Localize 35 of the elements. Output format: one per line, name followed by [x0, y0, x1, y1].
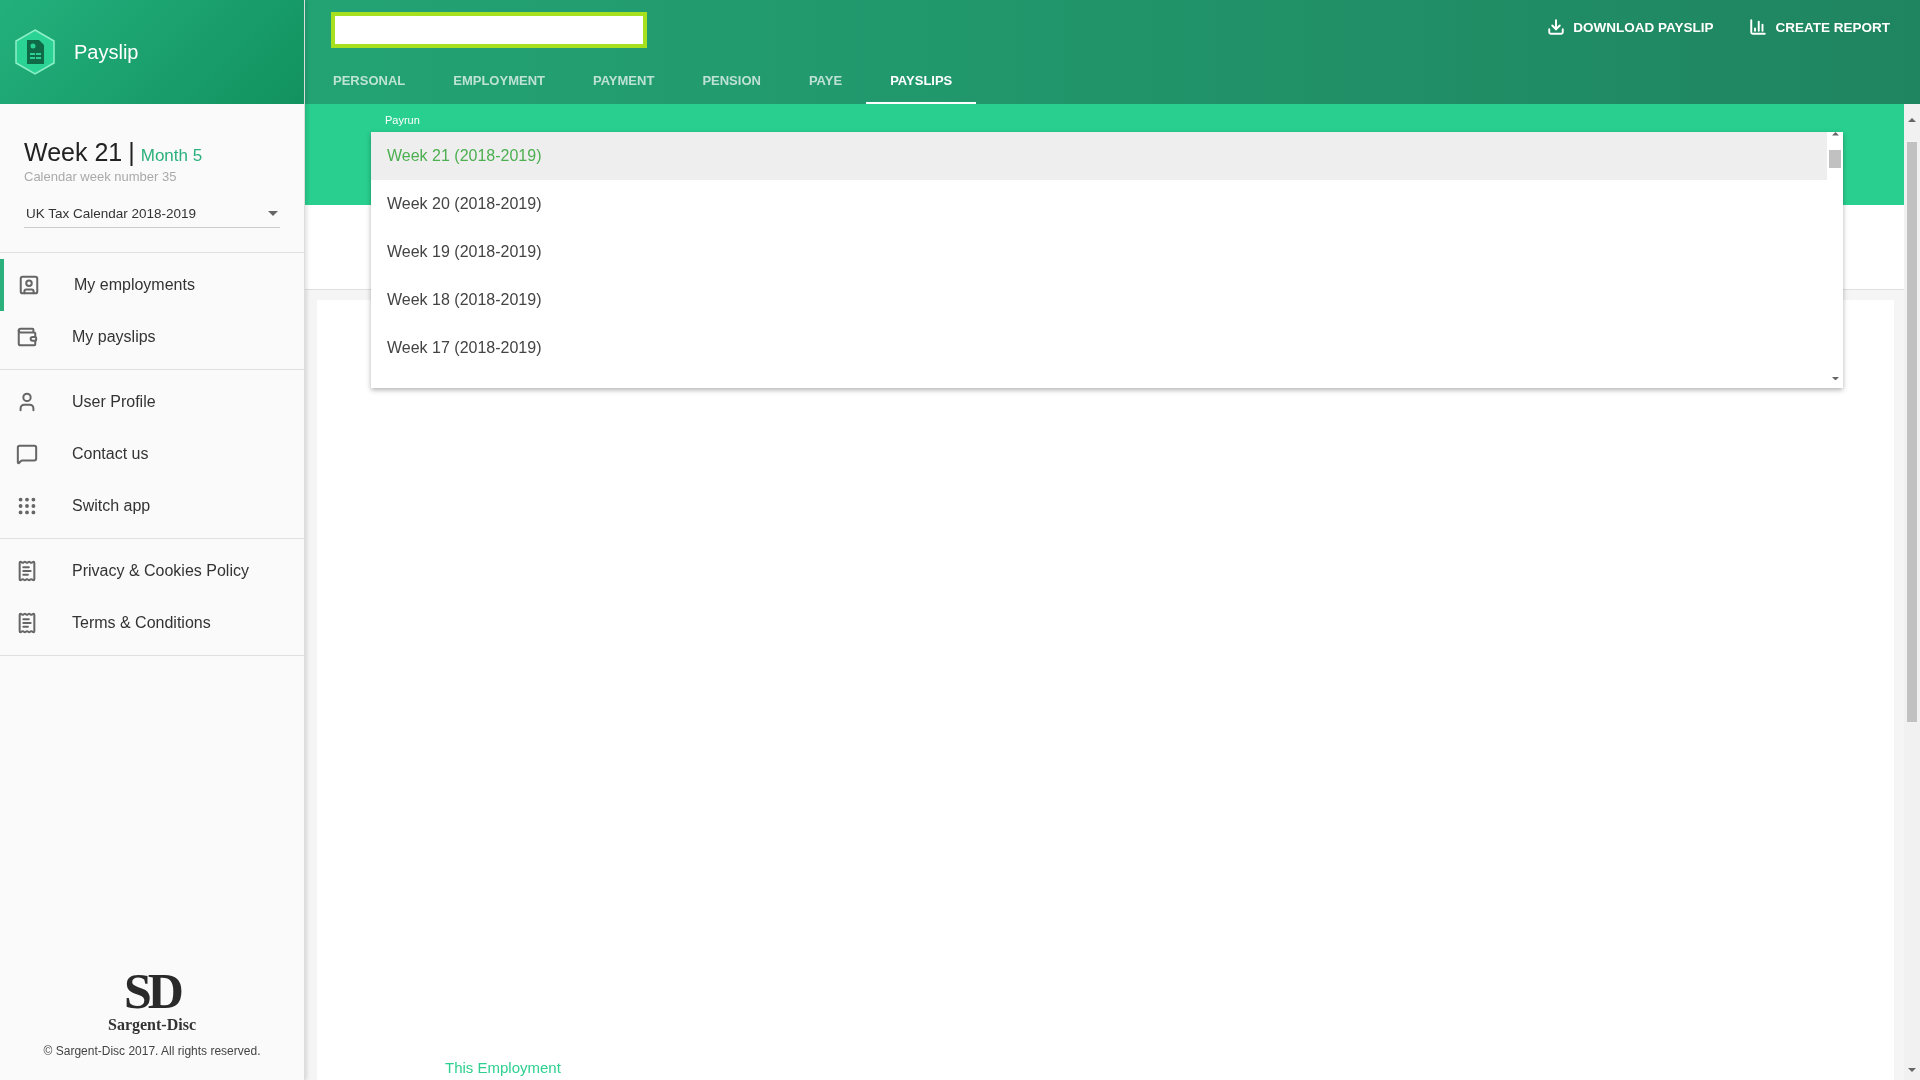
input-field[interactable]	[331, 12, 647, 48]
scrollbar-thumb[interactable]	[1907, 142, 1917, 722]
wallet-icon	[16, 326, 38, 348]
app-title: Payslip	[74, 40, 139, 64]
document-icon	[16, 612, 38, 634]
nav-item[interactable]: Terms & Conditions	[0, 597, 304, 649]
scroll-up-icon[interactable]	[1831, 132, 1839, 136]
copyright-text: © Sargent-Disc 2017. All rights reserved.	[43, 1044, 261, 1058]
person-card-icon	[18, 274, 40, 296]
nav-item[interactable]: My payslips	[0, 311, 304, 363]
bar-chart-icon	[1749, 18, 1768, 36]
calendar-select[interactable]: UK Tax Calendar 2018-2019	[24, 202, 280, 228]
nav-item[interactable]: Contact us	[0, 428, 304, 480]
document-icon	[16, 560, 38, 582]
scroll-down-icon[interactable]	[1831, 376, 1839, 380]
brand-logo: SD	[124, 966, 180, 1016]
header-action-button[interactable]: DOWNLOAD PAYSLIP	[1547, 18, 1714, 36]
grid-icon	[16, 495, 38, 517]
scrollbar-thumb[interactable]	[1829, 149, 1841, 168]
month-number: Month 5	[140, 146, 203, 166]
dropdown-arrow-icon[interactable]	[268, 211, 278, 216]
scroll-down-icon[interactable]	[1908, 1068, 1916, 1072]
payrun-label: Payrun	[385, 114, 420, 126]
week-number: Week 21	[24, 138, 123, 167]
scroll-up-icon[interactable]	[1908, 118, 1916, 122]
chat-icon	[16, 443, 38, 465]
brand-name: Sargent-Disc	[108, 1016, 196, 1034]
nav-item[interactable]: Privacy & Cookies Policy	[0, 545, 304, 597]
nav-item[interactable]: Switch app	[0, 480, 304, 532]
separator: |	[128, 138, 135, 167]
header-action-button[interactable]: CREATE REPORT	[1749, 18, 1890, 36]
hexagon-document-icon	[14, 29, 56, 75]
nav-item[interactable]: User Profile	[0, 376, 304, 428]
calendar-week-caption: Calendar week number 35	[24, 169, 178, 184]
download-icon	[1547, 18, 1566, 36]
